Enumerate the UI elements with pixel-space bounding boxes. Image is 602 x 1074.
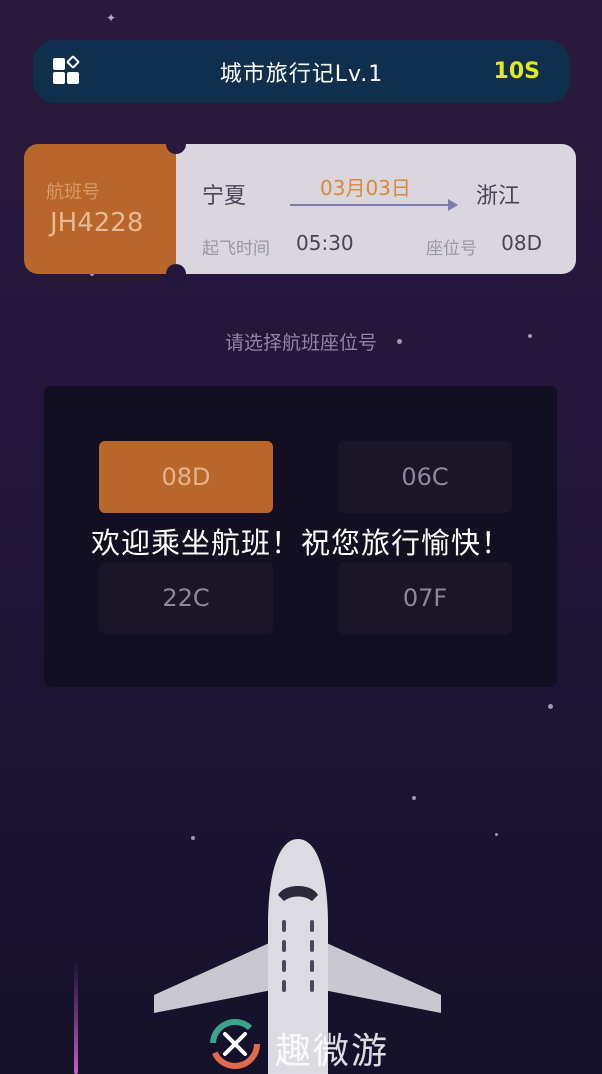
route-arrow-icon: [290, 199, 458, 211]
star-decoration: [495, 833, 498, 836]
qu-logo-icon: [210, 1019, 260, 1069]
seat-option-22c[interactable]: 22C: [99, 562, 273, 634]
flight-number: JH4228: [50, 208, 144, 238]
departure-time-label: 起飞时间: [202, 239, 270, 259]
welcome-toast: 欢迎乘坐航班！祝您旅行愉快！: [90, 526, 511, 560]
origin-city: 宁夏: [202, 184, 247, 209]
seat-prompt: 请选择航班座位号: [224, 332, 377, 354]
page-title: 城市旅行记Lv.1: [219, 61, 384, 87]
ticket-details: 宁夏 03月03日 浙江 起飞时间 05:30 座位号 08D: [176, 144, 576, 274]
flight-number-label: 航班号: [46, 182, 100, 203]
star-decoration: [548, 704, 553, 709]
apps-grid-icon[interactable]: [51, 54, 83, 86]
flight-date: 03月03日: [320, 176, 411, 200]
seat-option-06c[interactable]: 06C: [338, 441, 512, 513]
seat-number: 08D: [501, 231, 542, 255]
seat-option-08d[interactable]: 08D: [99, 441, 273, 513]
destination-city: 浙江: [475, 184, 520, 209]
seat-option-07f[interactable]: 07F: [338, 562, 512, 634]
boarding-ticket: 航班号 JH4228 宁夏 03月03日 浙江 起飞时间 05:30 座位号 0…: [24, 134, 576, 284]
countdown-timer: 10S: [493, 59, 540, 84]
seat-number-label: 座位号: [426, 239, 477, 259]
star-decoration: [412, 796, 416, 800]
game-header: 城市旅行记Lv.1 10S: [33, 40, 570, 103]
ticket-notch: [166, 134, 186, 154]
star-decoration: ✦: [106, 11, 117, 25]
ticket-notch: [166, 264, 186, 284]
ticket-stub: 航班号 JH4228: [24, 144, 176, 274]
departure-time: 05:30: [296, 231, 354, 255]
watermark-text: 趣微游: [275, 1031, 390, 1072]
meteor-trail: [74, 960, 78, 1074]
watermark: 趣微游: [205, 1016, 405, 1074]
